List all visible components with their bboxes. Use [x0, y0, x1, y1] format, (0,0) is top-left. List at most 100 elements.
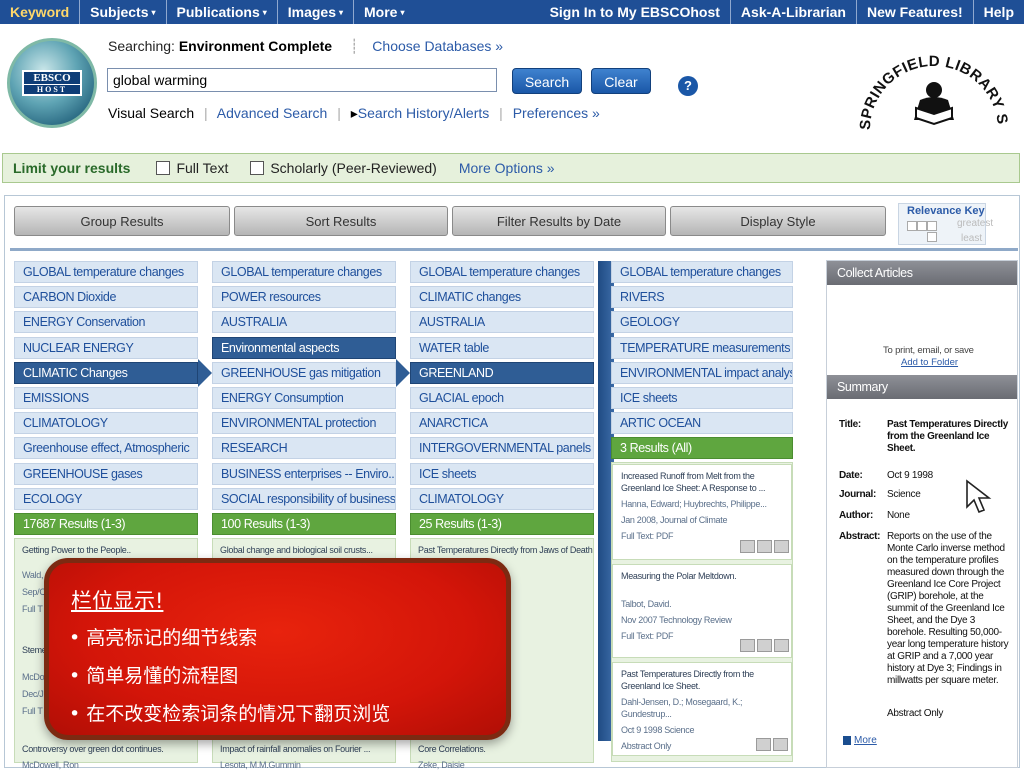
subject-item[interactable]: ENERGY Conservation [14, 311, 198, 334]
article-title-snippet[interactable]: Getting Power to the People.. [22, 545, 131, 555]
article-title[interactable]: Measuring the Polar Meltdown. [621, 570, 783, 582]
search-input[interactable] [107, 68, 497, 92]
subject-item[interactable]: NUCLEAR ENERGY [14, 336, 198, 359]
results-count[interactable]: 25 Results (1-3) [410, 512, 594, 535]
subject-item[interactable]: GREENHOUSE gas mitigation [212, 361, 396, 384]
summary-journal-label: Journal: [839, 489, 877, 500]
action-button[interactable] [740, 639, 755, 652]
action-button[interactable] [774, 540, 789, 553]
full-text-checkbox[interactable] [156, 161, 171, 175]
nav-keyword-label: Keyword [10, 4, 70, 20]
subject-item[interactable]: CARBON Dioxide [14, 286, 198, 309]
subject-item[interactable]: ENVIRONMENTAL protection [212, 412, 396, 435]
action-button[interactable] [773, 738, 788, 751]
subject-item[interactable]: ARTIC OCEAN [611, 412, 793, 435]
action-button[interactable] [740, 540, 755, 553]
subject-item[interactable]: GLOBAL temperature changes [410, 261, 594, 283]
action-button[interactable] [757, 540, 772, 553]
subject-item[interactable]: EMISSIONS [14, 386, 198, 409]
results-count[interactable]: 100 Results (1-3) [212, 512, 396, 535]
subject-item[interactable]: ENVIRONMENTAL impact analysis [611, 361, 793, 384]
visual-search-link[interactable]: Visual Search [108, 105, 194, 121]
article-title-snippet[interactable]: Global change and biological soil crusts… [220, 545, 373, 555]
logo-line2: HOST [24, 84, 80, 94]
display-style-tab[interactable]: Display Style [670, 206, 886, 236]
advanced-search-link[interactable]: Advanced Search [217, 105, 328, 121]
subject-item[interactable]: RESEARCH [212, 437, 396, 460]
subject-item[interactable]: AUSTRALIA [410, 311, 594, 334]
subject-item-selected[interactable]: CLIMATIC Changes [14, 361, 198, 384]
nav-sign-in[interactable]: Sign In to My EBSCOhost [540, 0, 731, 24]
subject-item[interactable]: TEMPERATURE measurements [611, 336, 793, 359]
subject-item[interactable]: GLOBAL temperature changes [212, 261, 396, 283]
subject-item[interactable]: ENERGY Consumption [212, 386, 396, 409]
subject-item[interactable]: ANARCTICA [410, 412, 594, 435]
full-text-option[interactable]: Full Text [156, 160, 228, 176]
logo-line1: EBSCO [33, 72, 71, 84]
subject-item[interactable]: GLACIAL epoch [410, 386, 594, 409]
summary-abstract-only[interactable]: Abstract Only [887, 708, 1011, 720]
results-count[interactable]: 3 Results (All) [611, 437, 793, 460]
more-link[interactable]: More [854, 735, 877, 746]
subject-item[interactable]: GLOBAL temperature changes [14, 261, 198, 283]
nav-more[interactable]: More ▾ [354, 0, 414, 24]
nav-help[interactable]: Help [974, 0, 1024, 24]
nav-ask-a-librarian[interactable]: Ask-A-Librarian [731, 0, 857, 24]
subject-item[interactable]: CLIMATOLOGY [14, 412, 198, 435]
action-button[interactable] [774, 639, 789, 652]
nav-keyword[interactable]: Keyword [0, 0, 81, 24]
clear-button[interactable]: Clear [591, 68, 651, 94]
nav-subjects[interactable]: Subjects ▾ [80, 0, 167, 24]
add-to-folder-link[interactable]: Add to Folder [901, 357, 958, 368]
ebsco-logo-plate: EBSCO HOST [22, 70, 82, 96]
author-snippet: Lesota, M.M.Gummin [220, 760, 301, 770]
nav-publications[interactable]: Publications ▾ [167, 0, 278, 24]
search-button[interactable]: Search [512, 68, 582, 94]
article-title-snippet[interactable]: Impact of rainfall anomalies on Fourier … [220, 744, 370, 754]
article-title-snippet[interactable]: Past Temperatures Directly from Jaws of … [418, 545, 593, 555]
more-options-link[interactable]: More Options » [459, 160, 555, 176]
subject-item[interactable]: GREENHOUSE gases [14, 462, 198, 485]
search-history-link[interactable]: Search History/Alerts [358, 105, 489, 121]
subject-item[interactable]: CLIMATOLOGY [410, 487, 594, 510]
article-title-snippet[interactable]: Core Correlations. [418, 744, 486, 754]
summary-author-label: Author: [839, 510, 873, 521]
subject-item-selected[interactable]: Environmental aspects [212, 336, 396, 359]
article-title-snippet[interactable]: Steme [22, 645, 47, 655]
subject-item-selected[interactable]: GREENLAND [410, 361, 594, 384]
article-title-snippet[interactable]: Controversy over green dot continues. [22, 744, 164, 754]
subject-item[interactable]: Greenhouse effect, Atmospheric [14, 437, 198, 460]
subject-item[interactable]: ICE sheets [611, 386, 793, 409]
chevron-down-icon: ▾ [400, 8, 405, 18]
subject-item[interactable]: CLIMATIC changes [410, 286, 594, 309]
subject-item[interactable]: POWER resources [212, 286, 396, 309]
scholarly-option[interactable]: Scholarly (Peer-Reviewed) [250, 160, 437, 176]
subject-item[interactable]: WATER table [410, 336, 594, 359]
nav-images[interactable]: Images ▾ [278, 0, 355, 24]
action-button[interactable] [757, 639, 772, 652]
ebsco-host-logo[interactable]: EBSCO HOST [7, 38, 97, 128]
article-title[interactable]: Increased Runoff from Melt from the Gree… [621, 470, 783, 494]
help-icon[interactable]: ? [678, 76, 698, 96]
nav-new-features[interactable]: New Features! [857, 0, 974, 24]
subject-item[interactable]: GLOBAL temperature changes [611, 261, 793, 283]
group-results-tab[interactable]: Group Results [14, 206, 230, 236]
subject-item[interactable]: AUSTRALIA [212, 311, 396, 334]
fulltext-snippet: Full T [22, 604, 43, 614]
subject-item[interactable]: ICE sheets [410, 462, 594, 485]
filter-by-date-tab[interactable]: Filter Results by Date [452, 206, 666, 236]
results-count[interactable]: 17687 Results (1-3) [14, 512, 198, 535]
subject-item[interactable]: INTERGOVERNMENTAL panels [410, 437, 594, 460]
subject-item[interactable]: SOCIAL responsibility of business [212, 487, 396, 510]
relevance-greatest-label: greatest [957, 218, 994, 229]
subject-item[interactable]: BUSINESS enterprises -- Enviro... [212, 462, 396, 485]
subject-item[interactable]: RIVERS [611, 286, 793, 309]
subject-item[interactable]: ECOLOGY [14, 487, 198, 510]
sort-results-tab[interactable]: Sort Results [234, 206, 448, 236]
preferences-link[interactable]: Preferences » [513, 105, 600, 121]
scholarly-checkbox[interactable] [250, 161, 265, 175]
subject-item[interactable]: GEOLOGY [611, 311, 793, 334]
choose-databases-link[interactable]: Choose Databases » [372, 38, 503, 54]
article-title[interactable]: Past Temperatures Directly from the Gree… [621, 668, 783, 692]
action-button[interactable] [756, 738, 771, 751]
